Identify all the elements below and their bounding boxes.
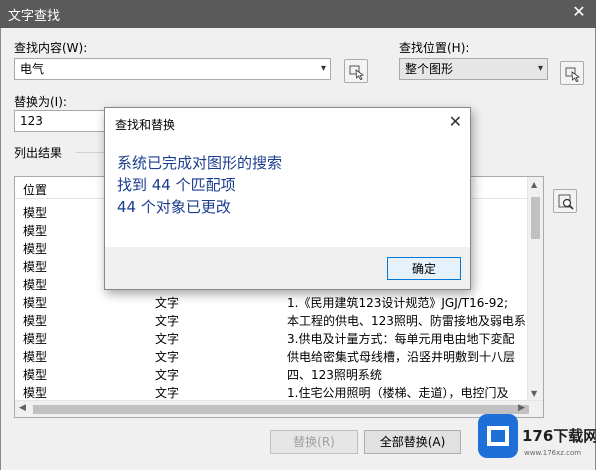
row-location: 模型 [23, 368, 48, 382]
scroll-left-icon[interactable]: ◀ [19, 403, 26, 413]
replace-all-button[interactable]: 全部替换(A) [364, 430, 461, 454]
brand-url: www.176xz.com [524, 449, 581, 457]
vertical-scrollbar[interactable]: ▲ ▼ [527, 177, 543, 401]
replace-value: 123 [20, 114, 43, 128]
close-icon[interactable]: ✕ [449, 112, 462, 131]
message-line-1: 系统已完成对图形的搜索 [117, 154, 283, 172]
location-value: 整个图形 [405, 62, 454, 76]
row-text: 1.住宅公用照明（楼梯、走道），电控门及 [287, 386, 509, 400]
location-select[interactable]: 整个图形 ▾ [399, 58, 548, 80]
replace-label: 替换为(I): [14, 95, 67, 109]
row-location: 模型 [23, 224, 48, 238]
brand-logo-icon: 176下载网 www.176xz.com [478, 414, 596, 458]
select-area-icon [565, 67, 581, 82]
select-objects-button[interactable] [344, 59, 368, 83]
chevron-down-icon: ▾ [320, 63, 326, 74]
results-label: 列出结果 [14, 146, 63, 160]
column-header-location[interactable]: 位置 [23, 181, 47, 198]
site-watermark: 176下载网 www.176xz.com [474, 408, 596, 470]
row-text: 3.供电及计量方式：每单元用电由地下変配 [287, 332, 515, 346]
scroll-down-icon[interactable]: ▼ [531, 389, 537, 398]
row-text: 本工程的供电、123照明、防雷接地及弱电系 [287, 314, 526, 328]
row-text: 1.《民用建筑123设计规范》JGJ/T16-92; [287, 296, 509, 310]
row-location: 模型 [23, 260, 48, 274]
find-label: 查找内容(W): [14, 41, 88, 55]
select-area-button[interactable] [560, 61, 584, 85]
row-text: 供电给密集式母线槽，沿竖井明敷到十八层 [287, 350, 516, 364]
row-location: 模型 [23, 332, 48, 346]
horizontal-scroll-thumb[interactable] [33, 405, 529, 414]
replace-input[interactable]: 123 [14, 110, 106, 132]
find-combobox[interactable]: 电气 ▾ [14, 58, 331, 80]
ok-button[interactable]: 确定 [387, 257, 461, 280]
row-location: 模型 [23, 386, 48, 400]
row-location: 模型 [23, 350, 48, 364]
horizontal-scrollbar[interactable]: ◀ ▶ [15, 400, 543, 417]
row-location: 模型 [23, 296, 48, 310]
row-type: 文字 [155, 296, 180, 310]
row-type: 文字 [155, 350, 180, 364]
table-row[interactable]: 模型 文字 四、123照明系统 [15, 365, 529, 382]
zoom-icon [558, 194, 574, 210]
row-type: 文字 [155, 368, 180, 382]
dialog-footer: 确定 [105, 247, 470, 289]
row-location: 模型 [23, 314, 48, 328]
table-row[interactable]: 模型 文字 供电给密集式母线槽，沿竖井明敷到十八层 [15, 347, 529, 364]
row-type: 文字 [155, 386, 180, 400]
row-location: 模型 [23, 278, 48, 292]
row-type: 文字 [155, 314, 180, 328]
row-location: 模型 [23, 242, 48, 256]
table-row[interactable]: 模型 文字 1.《民用建筑123设计规范》JGJ/T16-92; [15, 293, 529, 310]
brand-name: 176下载网 [522, 427, 596, 445]
row-location: 模型 [23, 206, 48, 220]
row-text: 四、123照明系统 [287, 368, 382, 382]
vertical-scroll-thumb[interactable] [531, 197, 540, 239]
table-row[interactable]: 模型 文字 本工程的供电、123照明、防雷接地及弱电系 [15, 311, 529, 328]
message-line-3: 44 个对象已更改 [117, 198, 231, 216]
window-title: 文字查找 [8, 9, 61, 24]
table-row[interactable]: 模型 文字 1.住宅公用照明（楼梯、走道），电控门及 [15, 383, 529, 400]
select-objects-icon [349, 65, 365, 80]
window-close-button[interactable]: ✕ [570, 3, 588, 21]
table-row[interactable]: 模型 文字 3.供电及计量方式：每单元用电由地下変配 [15, 329, 529, 346]
dialog-title: 查找和替换 [115, 118, 176, 132]
chevron-down-icon: ▾ [537, 63, 543, 74]
replace-button[interactable]: 替换(R) [270, 430, 358, 454]
scroll-up-icon[interactable]: ▲ [531, 180, 537, 189]
row-type: 文字 [155, 332, 180, 346]
location-label: 查找位置(H): [399, 41, 470, 55]
find-value: 电气 [20, 62, 45, 76]
find-replace-message-dialog: 查找和替换 ✕ 系统已完成对图形的搜索 找到 44 个匹配项 44 个对象已更改… [104, 107, 471, 290]
message-line-2: 找到 44 个匹配项 [117, 176, 236, 194]
window-titlebar: 文字查找 ✕ [0, 0, 596, 28]
zoom-to-button[interactable] [553, 189, 577, 213]
